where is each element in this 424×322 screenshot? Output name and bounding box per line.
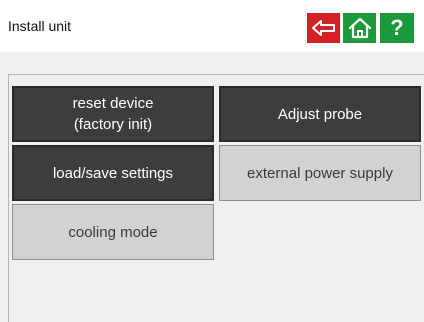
back-arrow-icon bbox=[311, 20, 335, 36]
back-button[interactable] bbox=[307, 13, 340, 43]
cooling-mode-button[interactable]: cooling mode bbox=[12, 204, 214, 260]
page-title: Install unit bbox=[8, 18, 72, 34]
reset-device-label: reset device bbox=[72, 95, 154, 112]
help-button[interactable]: ? bbox=[380, 13, 414, 43]
reset-device-button[interactable]: reset device (factory init) bbox=[12, 86, 214, 142]
external-power-supply-button[interactable]: external power supply bbox=[219, 145, 421, 201]
home-button[interactable] bbox=[343, 13, 376, 43]
adjust-probe-label: Adjust probe bbox=[277, 105, 363, 123]
home-icon bbox=[348, 17, 371, 39]
adjust-probe-button[interactable]: Adjust probe bbox=[219, 86, 421, 142]
external-power-supply-label: external power supply bbox=[247, 164, 393, 182]
cooling-mode-label: cooling mode bbox=[68, 223, 158, 241]
load-save-settings-label: load/save settings bbox=[52, 164, 174, 182]
factory-init-label: (factory init) bbox=[73, 116, 153, 133]
help-icon: ? bbox=[390, 15, 404, 40]
load-save-settings-button[interactable]: load/save settings bbox=[12, 145, 214, 201]
header-bar: Install unit ? bbox=[0, 0, 424, 52]
